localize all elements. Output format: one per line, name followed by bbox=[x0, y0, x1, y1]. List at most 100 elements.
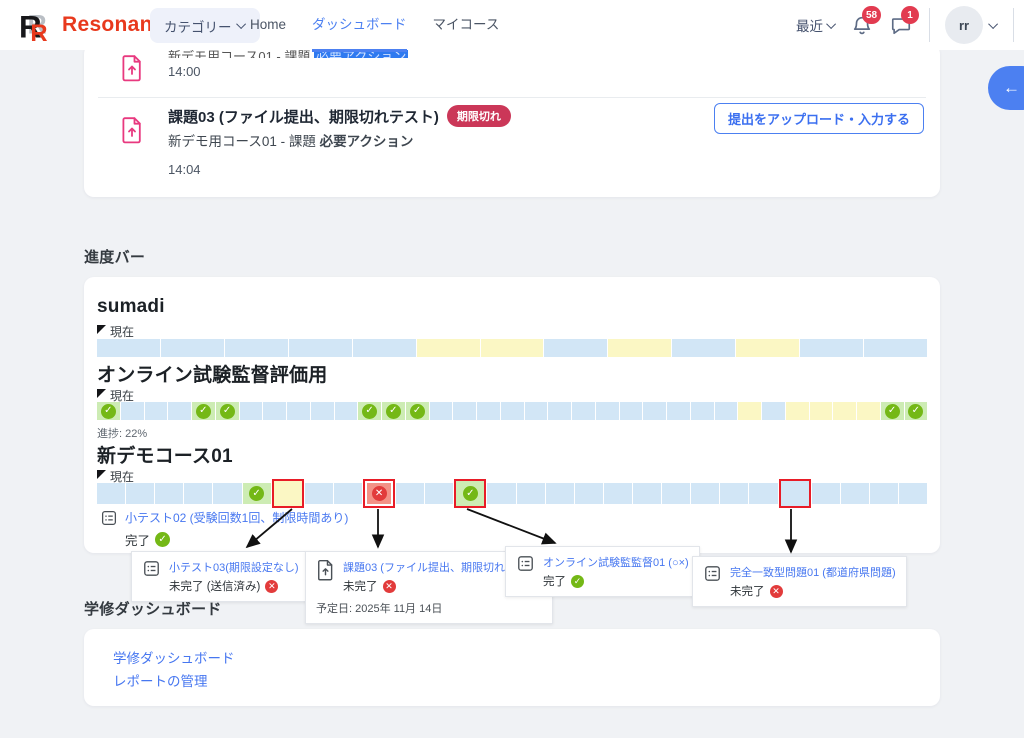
upload-submission-button[interactable]: 提出をアップロード・入力する bbox=[714, 103, 924, 134]
progress-cell[interactable] bbox=[406, 402, 429, 420]
user-menu-button[interactable]: rr bbox=[945, 6, 998, 44]
progress-cell[interactable] bbox=[161, 339, 224, 357]
progress-cell[interactable] bbox=[608, 339, 671, 357]
progress-cell[interactable] bbox=[454, 479, 486, 508]
progress-cell[interactable] bbox=[786, 402, 809, 420]
progress-cell[interactable] bbox=[311, 402, 334, 420]
progress-cell[interactable] bbox=[453, 402, 476, 420]
progress-cell[interactable] bbox=[481, 339, 544, 357]
nav-link[interactable]: マイコース bbox=[433, 0, 500, 50]
check-circle-icon bbox=[196, 404, 211, 419]
progress-cell[interactable] bbox=[881, 402, 904, 420]
progress-cell[interactable] bbox=[575, 483, 603, 504]
progress-cell[interactable] bbox=[121, 402, 144, 420]
progress-cell[interactable] bbox=[633, 483, 661, 504]
progress-cell[interactable] bbox=[145, 402, 168, 420]
progress-cell[interactable] bbox=[97, 339, 160, 357]
progress-cell[interactable] bbox=[841, 483, 869, 504]
progress-cell[interactable] bbox=[363, 479, 395, 508]
progress-cell[interactable] bbox=[691, 483, 719, 504]
top-navbar: R R R Resonant カテゴリー Home ダッシュボードマイコース 最近… bbox=[0, 0, 1024, 50]
progress-cell[interactable] bbox=[216, 402, 239, 420]
notifications-button[interactable]: 58 bbox=[851, 13, 875, 37]
nav-link[interactable]: ダッシュボード bbox=[312, 0, 407, 50]
progress-cell[interactable] bbox=[192, 402, 215, 420]
progress-cell[interactable] bbox=[417, 339, 480, 357]
progress-cell[interactable] bbox=[287, 402, 310, 420]
progress-cell[interactable] bbox=[97, 402, 120, 420]
progress-cell[interactable] bbox=[240, 402, 263, 420]
progress-cell[interactable] bbox=[548, 402, 571, 420]
progress-cell[interactable] bbox=[672, 339, 735, 357]
progress-cell[interactable] bbox=[272, 479, 304, 508]
progress-cell[interactable] bbox=[800, 339, 863, 357]
open-drawer-button[interactable]: ← bbox=[988, 66, 1024, 110]
progress-cell[interactable] bbox=[833, 402, 856, 420]
progress-cell[interactable] bbox=[667, 402, 690, 420]
progress-cell[interactable] bbox=[870, 483, 898, 504]
progress-cell[interactable] bbox=[779, 479, 811, 508]
progress-cell[interactable] bbox=[430, 402, 453, 420]
course-name-online-exam[interactable]: オンライン試験監督評価用 bbox=[97, 360, 327, 387]
progress-cell[interactable] bbox=[643, 402, 666, 420]
progress-cell[interactable] bbox=[736, 339, 799, 357]
progress-cell[interactable] bbox=[353, 339, 416, 357]
progress-cell[interactable] bbox=[715, 402, 738, 420]
progress-cell[interactable] bbox=[572, 402, 595, 420]
progress-cell[interactable] bbox=[749, 483, 777, 504]
progress-cell[interactable] bbox=[517, 483, 545, 504]
progress-percentage-label: 進捗: 22% bbox=[97, 425, 147, 441]
categories-dropdown-button[interactable]: カテゴリー bbox=[150, 8, 260, 43]
progress-cell[interactable] bbox=[335, 402, 358, 420]
progress-cell[interactable] bbox=[243, 483, 271, 504]
progress-cell[interactable] bbox=[168, 402, 191, 420]
progress-cell[interactable] bbox=[546, 483, 574, 504]
progress-cell[interactable] bbox=[358, 402, 381, 420]
progress-cell[interactable] bbox=[477, 402, 500, 420]
messages-button[interactable]: 1 bbox=[890, 13, 914, 37]
progress-cell[interactable] bbox=[501, 402, 524, 420]
item-title-text[interactable]: 課題03 (ファイル提出、期限切れテスト) bbox=[168, 106, 439, 127]
progress-cell[interactable] bbox=[812, 483, 840, 504]
progress-cell[interactable] bbox=[899, 483, 927, 504]
activity-link[interactable]: 完全一致型問題01 (都道府県問題) bbox=[730, 564, 896, 580]
progress-cell[interactable] bbox=[263, 402, 286, 420]
progress-cell[interactable] bbox=[184, 483, 212, 504]
progress-cell[interactable] bbox=[662, 483, 690, 504]
progress-cell[interactable] bbox=[905, 402, 928, 420]
activity-link[interactable]: オンライン試験監監督01 (○×) bbox=[543, 554, 689, 570]
progress-cell[interactable] bbox=[720, 483, 748, 504]
progress-cell[interactable] bbox=[289, 339, 352, 357]
activity-link[interactable]: 小テスト03(期限設定なし) bbox=[169, 559, 299, 575]
nav-link[interactable]: Home bbox=[250, 0, 286, 50]
progress-cell[interactable] bbox=[425, 483, 453, 504]
progress-cell[interactable] bbox=[305, 483, 333, 504]
course-name-sumadi[interactable]: sumadi bbox=[97, 296, 165, 318]
progress-cell[interactable] bbox=[213, 483, 241, 504]
progress-cell[interactable] bbox=[382, 402, 405, 420]
progress-cell[interactable] bbox=[596, 402, 619, 420]
progress-cell[interactable] bbox=[334, 483, 362, 504]
progress-cell[interactable] bbox=[544, 339, 607, 357]
progress-cell[interactable] bbox=[857, 402, 880, 420]
progress-cell[interactable] bbox=[738, 402, 761, 420]
recent-dropdown-button[interactable]: 最近 bbox=[796, 15, 836, 35]
brand[interactable]: R R R Resonant bbox=[18, 5, 160, 45]
progress-cell[interactable] bbox=[620, 402, 643, 420]
progress-cell[interactable] bbox=[810, 402, 833, 420]
progress-cell[interactable] bbox=[691, 402, 714, 420]
progress-cell[interactable] bbox=[525, 402, 548, 420]
progress-cell[interactable] bbox=[396, 483, 424, 504]
progress-cell[interactable] bbox=[225, 339, 288, 357]
report-management-link[interactable]: レポートの管理 bbox=[113, 670, 208, 690]
course-name-demo-course[interactable]: 新デモコース01 bbox=[97, 441, 233, 468]
progress-cell[interactable] bbox=[487, 483, 515, 504]
activity-link[interactable]: 小テスト02 (受験回数1回、制限時間あり) bbox=[125, 511, 348, 525]
progress-cell[interactable] bbox=[762, 402, 785, 420]
progress-cell[interactable] bbox=[126, 483, 154, 504]
progress-cell[interactable] bbox=[155, 483, 183, 504]
learning-dashboard-link[interactable]: 学修ダッシュボード bbox=[113, 647, 235, 667]
progress-cell[interactable] bbox=[864, 339, 927, 357]
progress-cell[interactable] bbox=[97, 483, 125, 504]
progress-cell[interactable] bbox=[604, 483, 632, 504]
